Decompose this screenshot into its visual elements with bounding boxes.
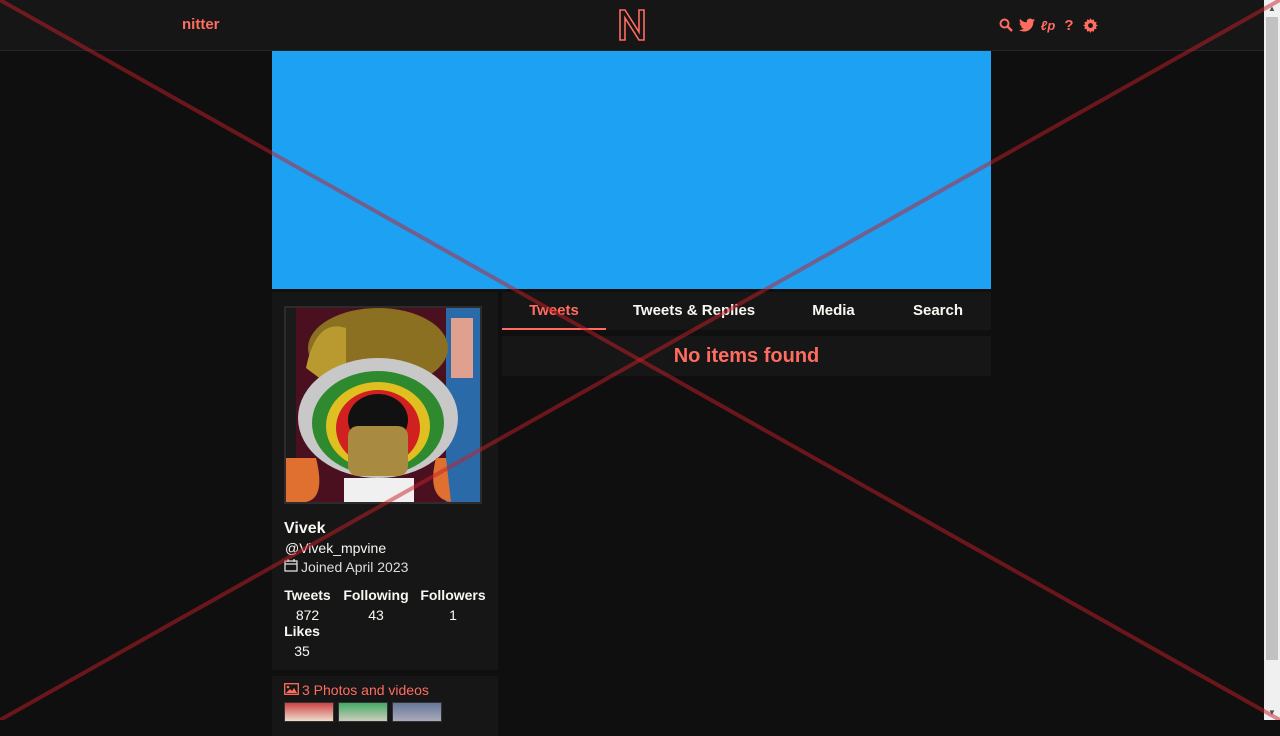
tab-media[interactable]: Media — [782, 292, 885, 328]
stat-value: 43 — [368, 607, 384, 623]
page-scrollbar[interactable]: ▲ ▼ — [1264, 0, 1280, 720]
top-navbar: nitter ℓp ? — [0, 0, 1264, 51]
scroll-up-arrow-icon[interactable]: ▲ — [1264, 0, 1280, 16]
profile-banner[interactable] — [272, 51, 991, 289]
timeline-tabs: Tweets Tweets & Replies Media Search — [502, 292, 991, 330]
gear-icon[interactable] — [1082, 16, 1098, 34]
scroll-down-arrow-icon[interactable]: ▼ — [1264, 704, 1280, 720]
join-date-text: Joined April 2023 — [301, 559, 409, 575]
stat-label: Tweets — [284, 587, 331, 603]
scrollbar-thumb[interactable] — [1266, 17, 1278, 660]
media-thumbnail[interactable] — [284, 702, 334, 722]
photos-videos-label: 3 Photos and videos — [302, 682, 429, 698]
nitter-logo-icon[interactable] — [616, 8, 648, 42]
stat-label: Followers — [420, 587, 486, 603]
tab-tweets-replies[interactable]: Tweets & Replies — [606, 292, 782, 328]
help-icon[interactable]: ? — [1061, 16, 1077, 34]
stat-following[interactable]: Following 43 — [342, 587, 410, 623]
avatar[interactable] — [284, 306, 482, 504]
stat-label: Likes — [284, 623, 320, 639]
calendar-icon — [284, 559, 298, 575]
twitter-bird-icon[interactable] — [1019, 16, 1035, 34]
stat-value: 35 — [294, 643, 310, 659]
search-icon[interactable] — [998, 16, 1014, 34]
stat-label: Following — [343, 587, 409, 603]
image-icon — [284, 682, 299, 698]
rss-icon[interactable]: ℓp — [1040, 16, 1056, 34]
stat-followers[interactable]: Followers 1 — [419, 587, 487, 623]
stat-likes[interactable]: Likes 35 — [283, 623, 321, 659]
media-thumbnail[interactable] — [338, 702, 388, 722]
profile-fullname[interactable]: Vivek — [284, 520, 326, 538]
photo-rail: 3 Photos and videos — [272, 676, 498, 736]
stat-value: 872 — [295, 607, 320, 623]
timeline-empty-message: No items found — [502, 336, 991, 376]
stat-tweets[interactable]: Tweets 872 — [284, 587, 331, 623]
join-date: Joined April 2023 — [284, 559, 408, 575]
media-thumbnail[interactable] — [392, 702, 442, 722]
tab-search[interactable]: Search — [885, 292, 991, 328]
brand-link[interactable]: nitter — [182, 16, 220, 33]
photos-videos-link[interactable]: 3 Photos and videos — [284, 682, 429, 698]
profile-card: Vivek @Vivek_mpvine Joined April 2023 Tw… — [272, 292, 498, 670]
profile-username[interactable]: @Vivek_mpvine — [285, 540, 386, 556]
stat-value: 1 — [449, 607, 457, 623]
tab-tweets[interactable]: Tweets — [502, 292, 606, 330]
